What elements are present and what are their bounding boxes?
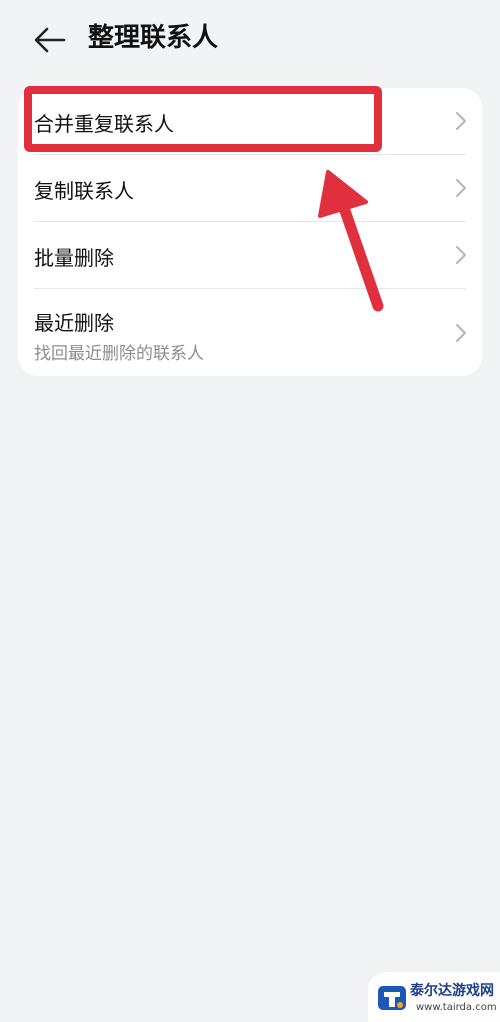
- menu-item-recently-deleted[interactable]: 最近删除 找回最近删除的联系人: [18, 289, 482, 376]
- menu-item-batch-delete[interactable]: 批量删除: [18, 222, 482, 288]
- watermark-url: www.tairda.com: [416, 1002, 497, 1013]
- menu-item-label: 合并重复联系人: [34, 112, 174, 136]
- menu-item-label: 复制联系人: [34, 179, 134, 203]
- watermark-site-name: 泰尔达游戏网: [410, 983, 494, 999]
- chevron-right-icon: [456, 112, 466, 130]
- back-button[interactable]: [30, 20, 70, 60]
- menu-item-copy-contacts[interactable]: 复制联系人: [18, 155, 482, 221]
- menu-card: 合并重复联系人 复制联系人 批量删除 最近删除 找回最近删除的联系人: [18, 88, 482, 376]
- watermark-logo-icon: [378, 986, 406, 1010]
- page-title: 整理联系人: [88, 23, 219, 53]
- chevron-right-icon: [456, 324, 466, 342]
- menu-item-label: 最近删除: [34, 311, 114, 335]
- menu-item-merge-duplicates[interactable]: 合并重复联系人: [18, 88, 482, 154]
- site-watermark: 泰尔达游戏网 www.tairda.com: [368, 972, 500, 1022]
- chevron-right-icon: [456, 246, 466, 264]
- top-bar: 整理联系人: [0, 0, 500, 80]
- back-arrow-icon: [34, 27, 66, 53]
- menu-item-subtitle: 找回最近删除的联系人: [34, 344, 204, 364]
- chevron-right-icon: [456, 179, 466, 197]
- menu-item-label: 批量删除: [34, 246, 114, 270]
